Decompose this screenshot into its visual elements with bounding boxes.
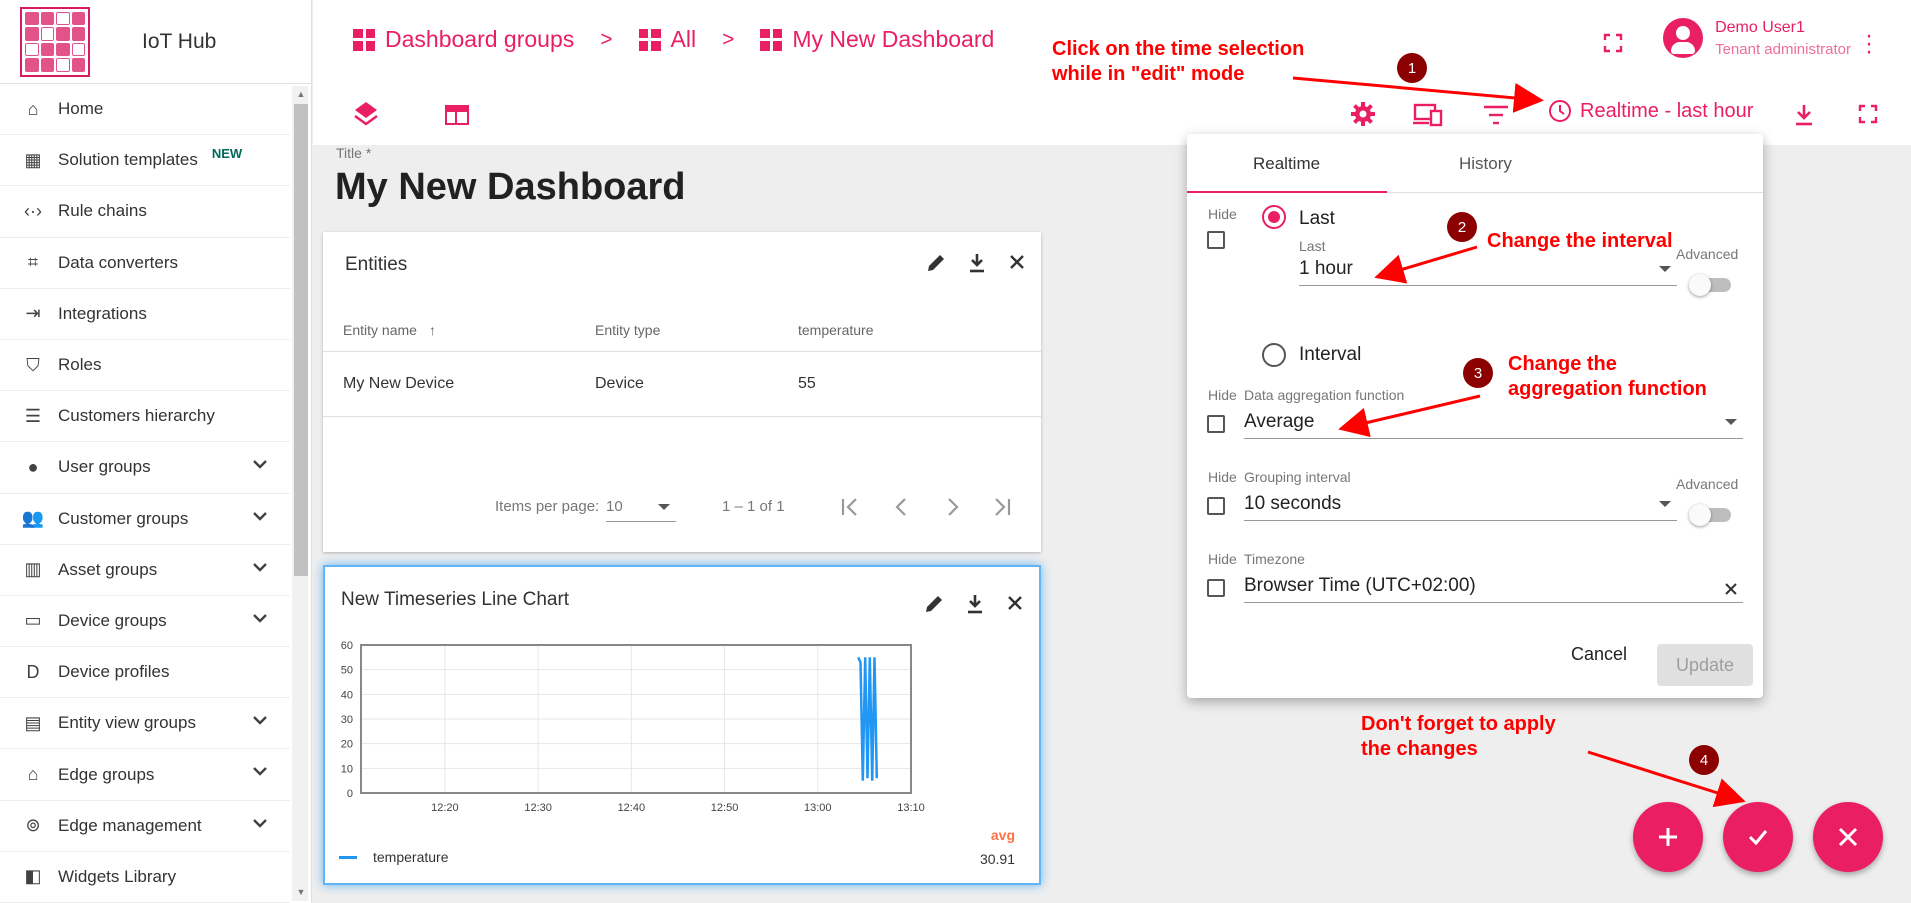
annotation-4: Don't forget to apply the changes [1361,713,1556,760]
add-widget-button[interactable] [1633,802,1703,872]
check-icon [1748,830,1768,846]
annotation-number-4: 4 [1689,745,1719,775]
close-icon [1838,827,1858,847]
annotation-3: Change the aggregation function [1508,353,1707,400]
annotation-number-3: 3 [1463,358,1493,388]
annotation-number-1: 1 [1397,53,1427,83]
annotation-number-2: 2 [1447,212,1477,242]
apply-changes-button[interactable] [1723,802,1793,872]
annotation-1: Click on the time selection while in "ed… [1052,38,1305,85]
annotation-2: Change the interval [1487,230,1673,252]
discard-changes-button[interactable] [1813,802,1883,872]
annotation-arrows [1292,76,1746,808]
add-icon [1659,828,1677,846]
